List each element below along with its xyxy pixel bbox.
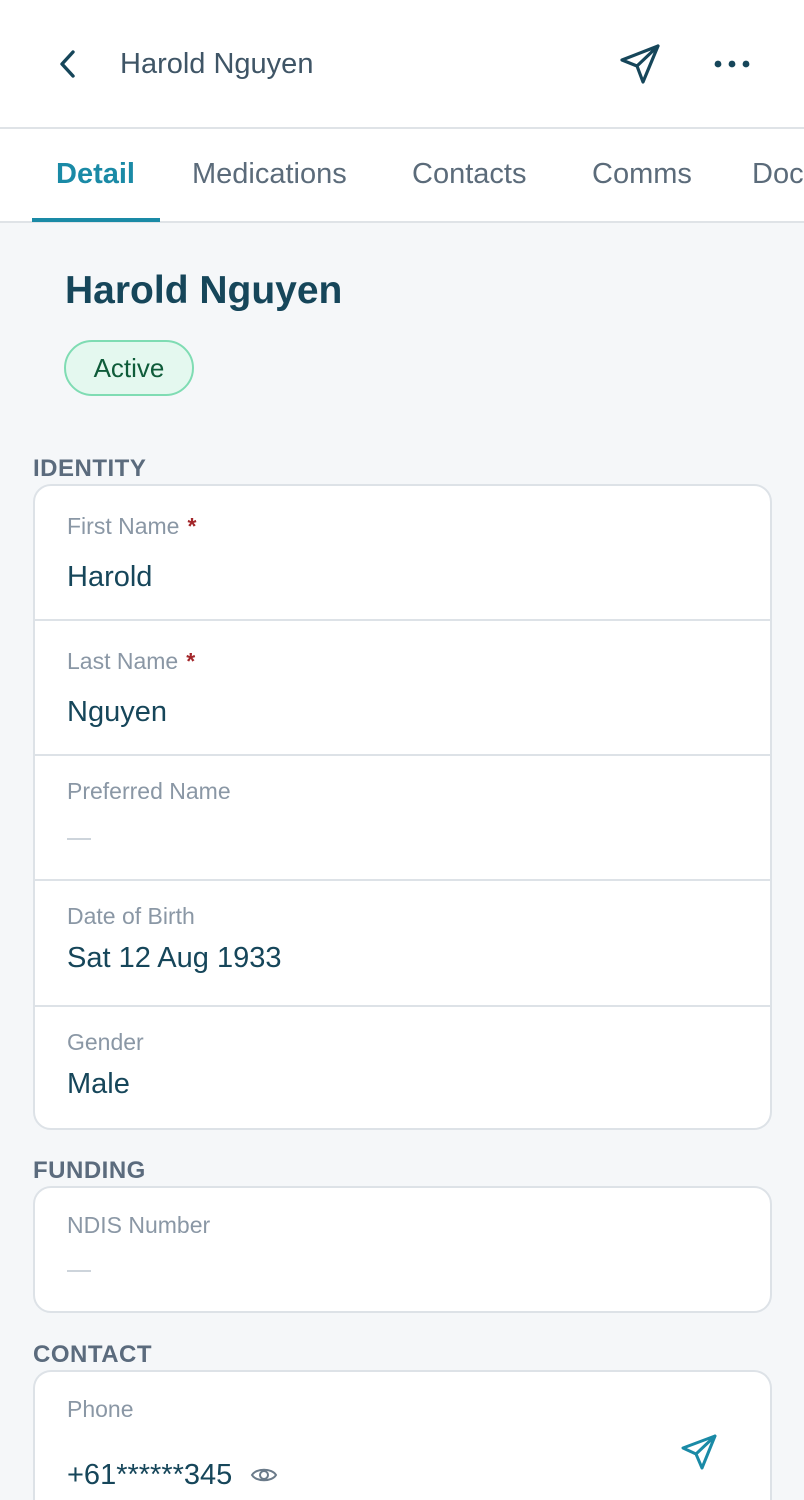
eye-icon (251, 1469, 278, 1482)
preferred-name-label: Preferred Name (67, 778, 231, 804)
page-title: Harold Nguyen (65, 269, 343, 312)
chevron-left-icon (60, 50, 75, 78)
send-to-phone-button[interactable] (675, 1428, 723, 1476)
header-title: Harold Nguyen (120, 48, 314, 80)
tab-detail[interactable]: Detail (56, 129, 135, 221)
back-button[interactable] (46, 40, 90, 88)
ndis-number-empty (67, 1270, 91, 1272)
phone-value: +61******345 (67, 1459, 233, 1491)
first-name-value: Harold (67, 561, 153, 593)
last-name-label: Last Name (67, 648, 179, 674)
date-of-birth-value: Sat 12 Aug 1933 (67, 942, 282, 974)
tab-bar: Detail Medications Contacts Comms Docume… (0, 129, 804, 223)
send-icon (681, 1434, 717, 1470)
section-heading-contact: CONTACT (33, 1341, 153, 1368)
required-marker: * (187, 513, 197, 539)
required-marker: * (186, 648, 196, 674)
ndis-number-label: NDIS Number (67, 1212, 211, 1238)
top-bar: Harold Nguyen (0, 0, 804, 129)
active-tab-indicator (32, 218, 160, 222)
send-icon (620, 44, 660, 84)
last-name-value: Nguyen (67, 696, 167, 728)
date-of-birth-label: Date of Birth (67, 903, 195, 929)
funding-card: NDIS Number (33, 1186, 772, 1313)
tab-contacts[interactable]: Contacts (412, 129, 526, 221)
phone-field[interactable]: Phone +61******345 (35, 1372, 770, 1500)
preferred-name-field[interactable]: Preferred Name (35, 756, 770, 881)
last-name-field[interactable]: Last Name * Nguyen (35, 621, 770, 756)
preferred-name-empty (67, 838, 91, 840)
tab-comms[interactable]: Comms (592, 129, 692, 221)
gender-field[interactable]: Gender Male (35, 1007, 770, 1128)
gender-label: Gender (67, 1029, 144, 1055)
section-heading-funding: FUNDING (33, 1157, 146, 1184)
more-options-button[interactable] (706, 40, 758, 88)
gender-value: Male (67, 1068, 130, 1100)
status-badge: Active (64, 340, 194, 396)
identity-card: First Name * Harold Last Name * Nguyen Pre… (33, 484, 772, 1130)
first-name-field[interactable]: First Name * Harold (35, 486, 770, 621)
more-horizontal-icon (714, 60, 750, 68)
date-of-birth-field[interactable]: Date of Birth Sat 12 Aug 1933 (35, 881, 770, 1007)
first-name-label: First Name (67, 513, 180, 539)
ndis-number-field[interactable]: NDIS Number (35, 1188, 770, 1311)
section-heading-identity: IDENTITY (33, 455, 147, 482)
phone-label: Phone (67, 1396, 134, 1422)
reveal-phone-button[interactable] (250, 1457, 278, 1495)
tab-documents[interactable]: Documents (752, 129, 804, 221)
tab-medications[interactable]: Medications (192, 129, 347, 221)
send-button[interactable] (614, 38, 666, 90)
contact-card: Phone +61******345 (33, 1370, 772, 1500)
